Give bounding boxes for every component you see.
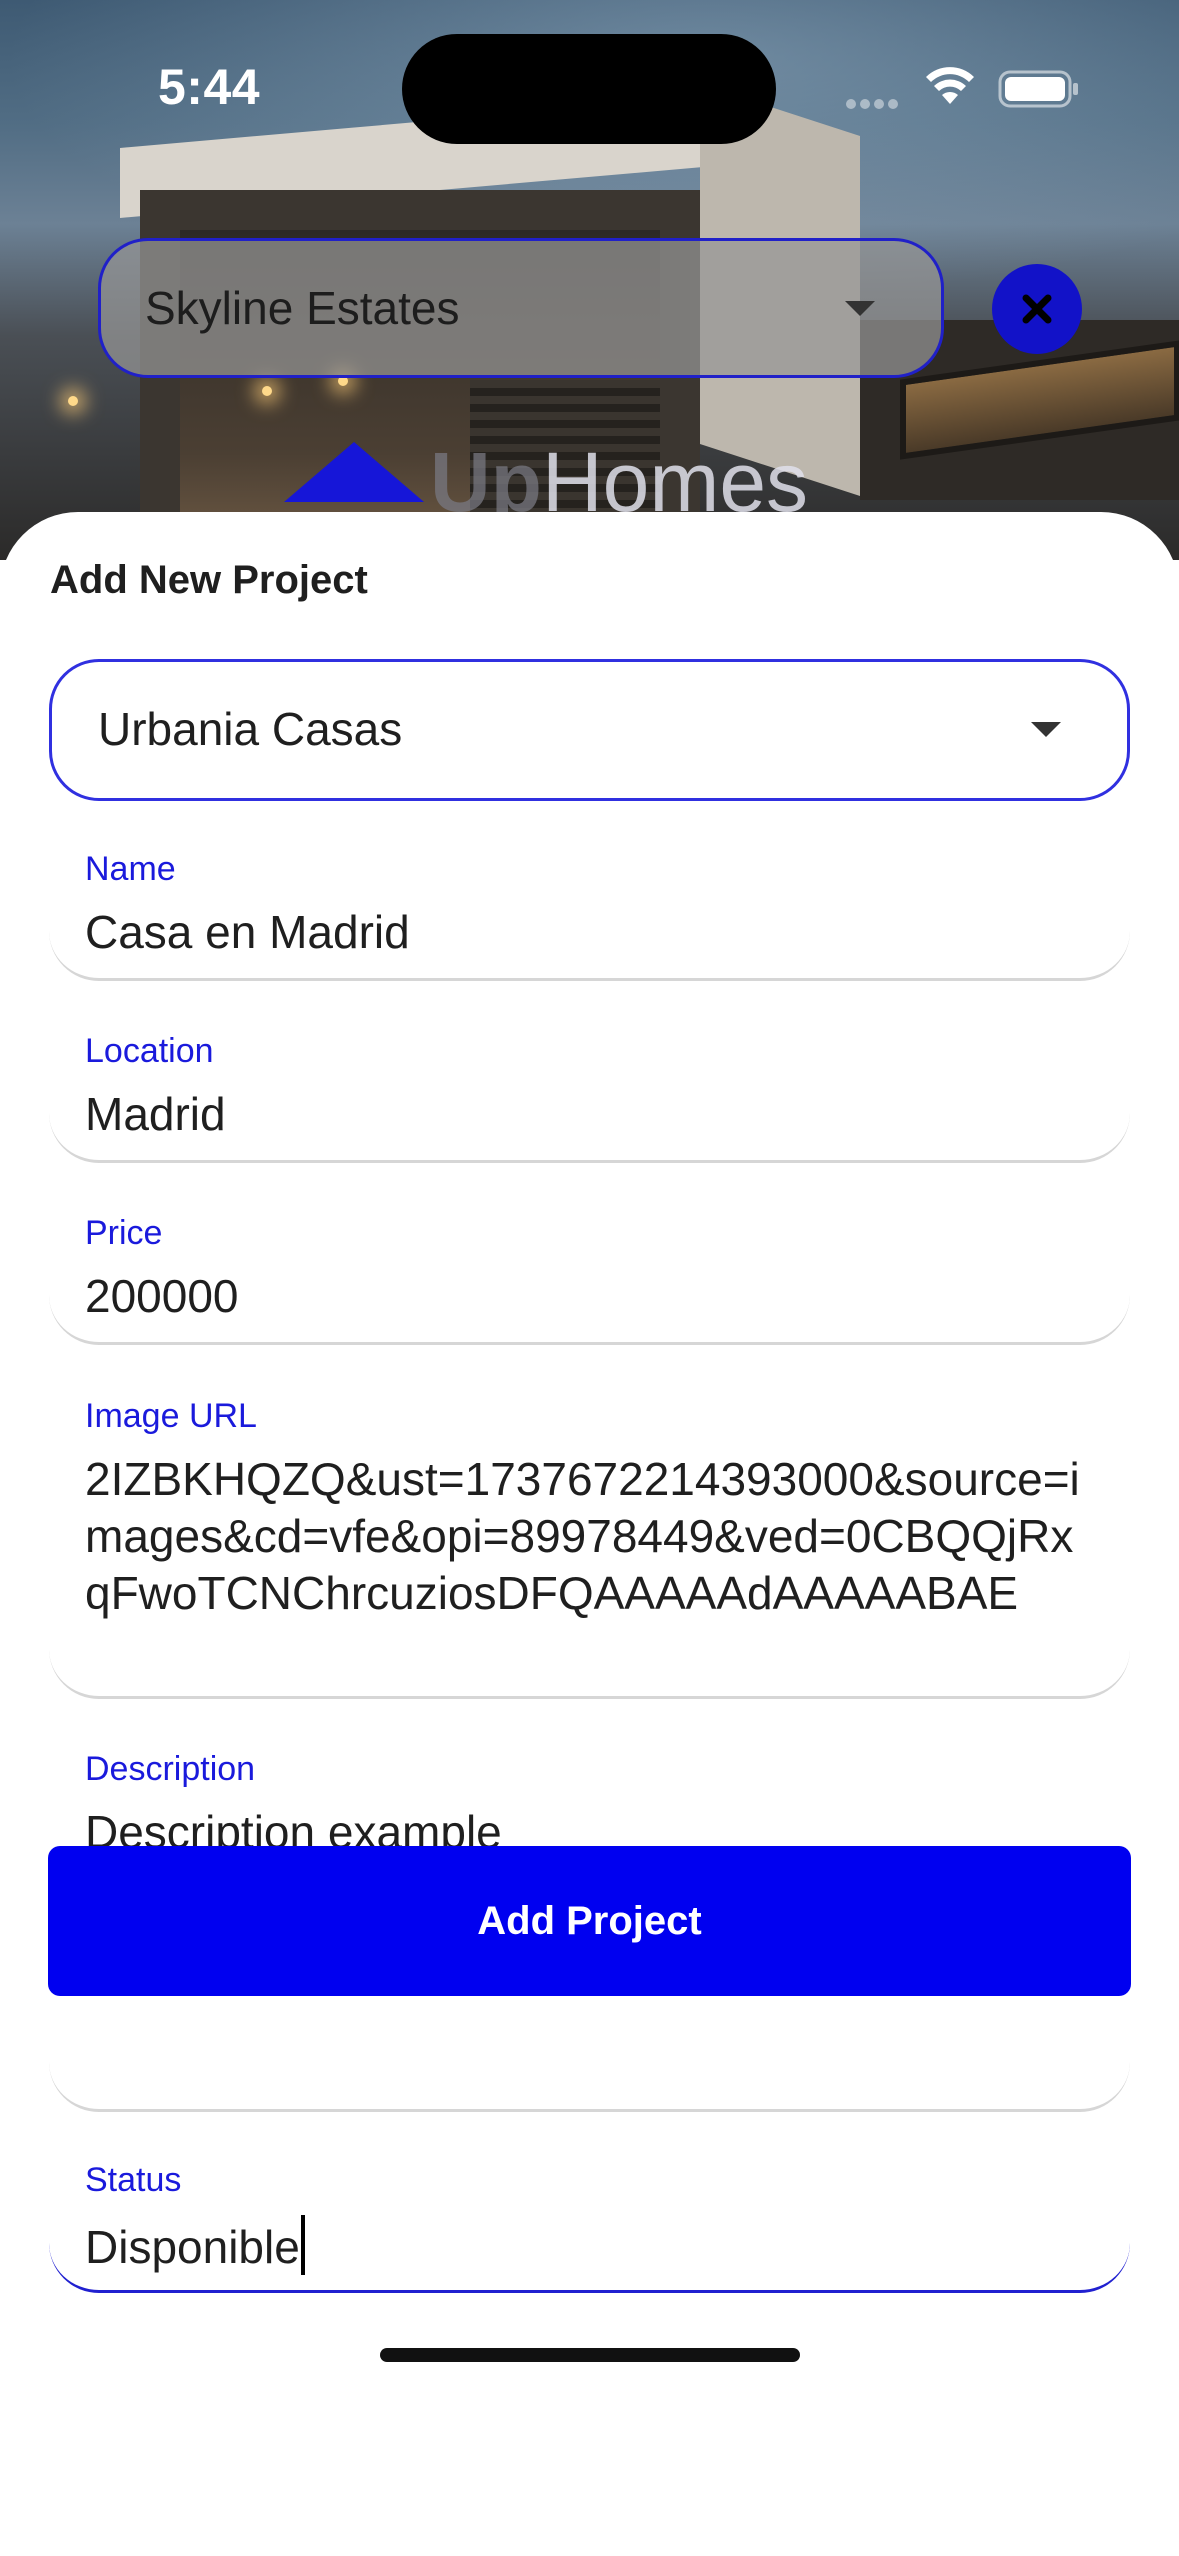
wifi-icon <box>924 64 976 108</box>
ceiling-light <box>262 386 272 396</box>
location-field-label: Location <box>85 1032 214 1070</box>
price-field-value[interactable]: 200000 <box>85 1268 1090 1325</box>
dynamic-island <box>402 34 776 144</box>
name-field-label: Name <box>85 850 176 888</box>
price-field[interactable]: Price 200000 <box>49 1210 1130 1345</box>
name-field-value[interactable]: Casa en Madrid <box>85 904 1090 961</box>
close-button[interactable] <box>992 264 1082 354</box>
ceiling-light <box>68 396 78 406</box>
status-field[interactable]: Status Disponible <box>49 2157 1130 2293</box>
project-group-dropdown-value: Urbania Casas <box>98 703 403 755</box>
image-url-field-value[interactable]: 2IZBKHQZQ&ust=1737672214393000&source=im… <box>85 1451 1090 1622</box>
image-url-field-label: Image URL <box>85 1397 257 1435</box>
house-icon <box>284 442 424 502</box>
chevron-down-icon <box>845 301 875 316</box>
chevron-down-icon <box>1031 722 1061 737</box>
add-project-button-label: Add Project <box>477 1898 702 1943</box>
add-project-sheet: Add New Project Urbania Casas Name Casa … <box>0 512 1179 2556</box>
project-group-dropdown[interactable]: Urbania Casas <box>49 659 1130 801</box>
app-logo: UpHomes <box>284 440 930 524</box>
text-cursor <box>300 2215 305 2275</box>
name-field[interactable]: Name Casa en Madrid <box>49 846 1130 981</box>
company-dropdown-value: Skyline Estates <box>145 282 460 334</box>
company-dropdown[interactable]: Skyline Estates <box>98 238 944 378</box>
status-time: 5:44 <box>158 59 261 115</box>
add-project-button[interactable]: Add Project <box>48 1846 1131 1996</box>
location-field-value[interactable]: Madrid <box>85 1086 1090 1143</box>
close-icon <box>1022 294 1052 324</box>
location-field[interactable]: Location Madrid <box>49 1028 1130 1163</box>
home-indicator[interactable] <box>380 2348 800 2362</box>
sheet-title: Add New Project <box>50 558 368 602</box>
description-field-label: Description <box>85 1750 256 1788</box>
status-field-input[interactable]: Disponible <box>85 2215 1090 2276</box>
cellular-signal-icon <box>846 96 904 109</box>
status-field-label: Status <box>85 2161 182 2199</box>
image-url-field[interactable]: Image URL 2IZBKHQZQ&ust=1737672214393000… <box>49 1393 1130 1699</box>
battery-icon <box>998 70 1080 108</box>
status-field-value: Disponible <box>85 2221 300 2273</box>
price-field-label: Price <box>85 1214 163 1252</box>
status-bar: 5:44 <box>0 0 1179 170</box>
